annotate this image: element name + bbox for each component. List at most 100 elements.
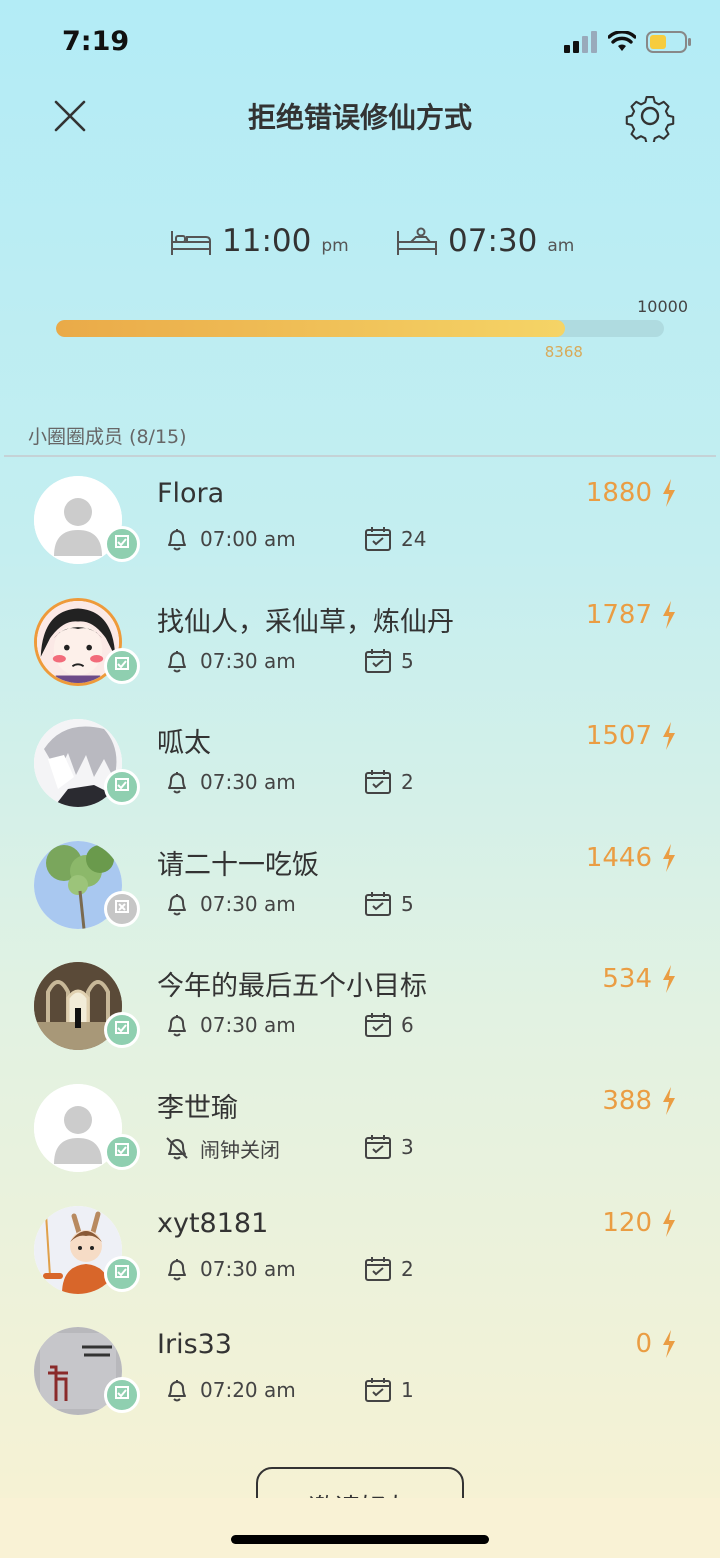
member-row[interactable]: 呱太 1507 07:30 am 2 — [0, 711, 720, 833]
checkin-days: 5 — [401, 891, 414, 916]
member-alarm: 07:30 am — [164, 1012, 296, 1038]
lightning-icon — [663, 479, 675, 507]
member-points: 1787 — [586, 600, 676, 630]
member-row[interactable]: 请二十一吃饭 1446 07:30 am 5 — [0, 833, 720, 955]
member-list: Flora 1880 07:00 am 24 找仙人，采仙草，炼仙丹 1787 … — [0, 468, 720, 1441]
member-alarm: 07:30 am — [164, 769, 296, 795]
member-checkin-days: 1 — [364, 1377, 414, 1403]
gear-icon[interactable] — [624, 90, 676, 142]
checkin-badge — [104, 1133, 140, 1170]
member-row[interactable]: Flora 1880 07:00 am 24 — [0, 468, 720, 590]
alarm-bell-icon — [168, 650, 186, 673]
member-name: Iris33 — [157, 1329, 232, 1361]
alarm-time: 07:30 am — [200, 1013, 296, 1038]
check-icon — [112, 775, 132, 799]
bedtime-value: 11:00 — [222, 223, 312, 259]
member-checkin-days: 5 — [364, 648, 414, 674]
points-value: 120 — [602, 1207, 652, 1238]
member-checkin-days: 24 — [364, 526, 426, 552]
checkin-badge — [104, 647, 140, 684]
lightning-icon — [663, 1330, 675, 1359]
wake-time-value: 07:30 — [448, 223, 538, 259]
member-points: 388 — [602, 1086, 676, 1116]
calendar-check-icon — [365, 770, 391, 795]
lightning-icon — [663, 722, 675, 751]
progress-bar — [56, 320, 664, 337]
sleep-schedule: 11:00 pm 07:30 am — [0, 226, 720, 274]
member-checkin-days: 2 — [364, 1256, 414, 1282]
alarm-bell-icon — [168, 1015, 186, 1037]
member-points: 1446 — [586, 843, 676, 873]
home-indicator[interactable] — [231, 1535, 489, 1544]
member-points: 1880 — [586, 478, 676, 508]
member-alarm: 07:20 am — [164, 1377, 296, 1403]
progress-fill — [56, 320, 565, 337]
check-icon — [112, 654, 132, 678]
check-icon — [112, 1018, 132, 1042]
member-alarm: 07:00 am — [164, 526, 296, 552]
checkin-days: 3 — [401, 1134, 414, 1159]
page-title: 拒绝错误修仙方式 — [247, 101, 472, 134]
status-bar: 7:19 — [0, 0, 720, 88]
checkin-badge — [104, 890, 140, 927]
member-checkin-days: 6 — [364, 1012, 414, 1038]
lightning-icon — [663, 843, 675, 872]
calendar-check-icon — [365, 1378, 391, 1403]
member-row[interactable]: 李世瑜 388 闹钟关闭 3 — [0, 1076, 720, 1198]
alarm-bell-icon — [168, 893, 186, 916]
member-alarm: 07:30 am — [164, 648, 296, 674]
navigation-bar: 拒绝错误修仙方式 — [0, 88, 720, 144]
member-name: xyt8181 — [157, 1207, 269, 1239]
alarm-bell-icon — [168, 1258, 186, 1281]
checkin-days: 24 — [401, 527, 427, 551]
alarm-time: 07:30 am — [200, 770, 296, 795]
checkin-badge — [104, 1012, 140, 1049]
wifi-icon — [608, 31, 636, 51]
points-value: 1787 — [585, 599, 652, 630]
alarm-time: 07:30 am — [200, 1256, 296, 1281]
section-title: 小圈圈成员 (8/15) — [28, 426, 187, 448]
member-points: 120 — [602, 1208, 676, 1238]
alarm-bell-icon — [168, 772, 186, 794]
bedtime[interactable]: 11:00 pm — [170, 226, 349, 257]
calendar-check-icon — [365, 648, 391, 673]
member-row[interactable]: 今年的最后五个小目标 534 07:30 am 6 — [0, 954, 720, 1076]
points-value: 0 — [635, 1329, 652, 1360]
checkin-days: 1 — [401, 1378, 414, 1403]
lightning-icon — [663, 965, 675, 994]
progress-current: 8368 — [544, 343, 583, 361]
checkin-badge — [104, 1255, 140, 1292]
lightning-icon — [663, 600, 675, 629]
alarm-time: 07:20 am — [200, 1378, 296, 1403]
member-name: 请二十一吃饭 — [157, 849, 319, 881]
bottom-safe-area — [0, 1498, 720, 1558]
calendar-check-icon — [365, 1256, 391, 1281]
bedtime-suffix: pm — [321, 236, 349, 256]
member-alarm: 闹钟关闭 — [164, 1134, 280, 1163]
progress-max: 10000 — [637, 297, 688, 316]
lightning-icon — [663, 1086, 675, 1115]
calendar-check-icon — [365, 891, 391, 916]
alarm-bell-icon — [168, 1380, 186, 1402]
points-value: 534 — [602, 964, 652, 995]
close-icon — [112, 897, 132, 921]
points-value: 388 — [602, 1085, 652, 1116]
member-row[interactable]: xyt8181 120 07:30 am 2 — [0, 1198, 720, 1320]
member-row[interactable]: Iris33 0 07:20 am 1 — [0, 1319, 720, 1441]
wake-time[interactable]: 07:30 am — [396, 226, 574, 257]
divider — [4, 455, 716, 457]
checkin-days: 6 — [401, 1013, 414, 1038]
check-icon — [112, 1383, 132, 1407]
member-row[interactable]: 找仙人，采仙草，炼仙丹 1787 07:30 am 5 — [0, 590, 720, 712]
cellular-signal-icon — [564, 31, 597, 53]
alarm-bell-icon — [168, 529, 186, 551]
status-time: 7:19 — [62, 26, 130, 57]
member-alarm: 07:30 am — [164, 1256, 296, 1282]
member-points: 0 — [635, 1329, 676, 1359]
member-points: 1507 — [586, 721, 676, 751]
wake-time-suffix: am — [547, 236, 575, 256]
checkin-days: 2 — [401, 770, 414, 795]
member-name: 李世瑜 — [157, 1092, 238, 1124]
battery-icon — [646, 31, 691, 53]
alarm-time: 07:00 am — [200, 527, 296, 551]
